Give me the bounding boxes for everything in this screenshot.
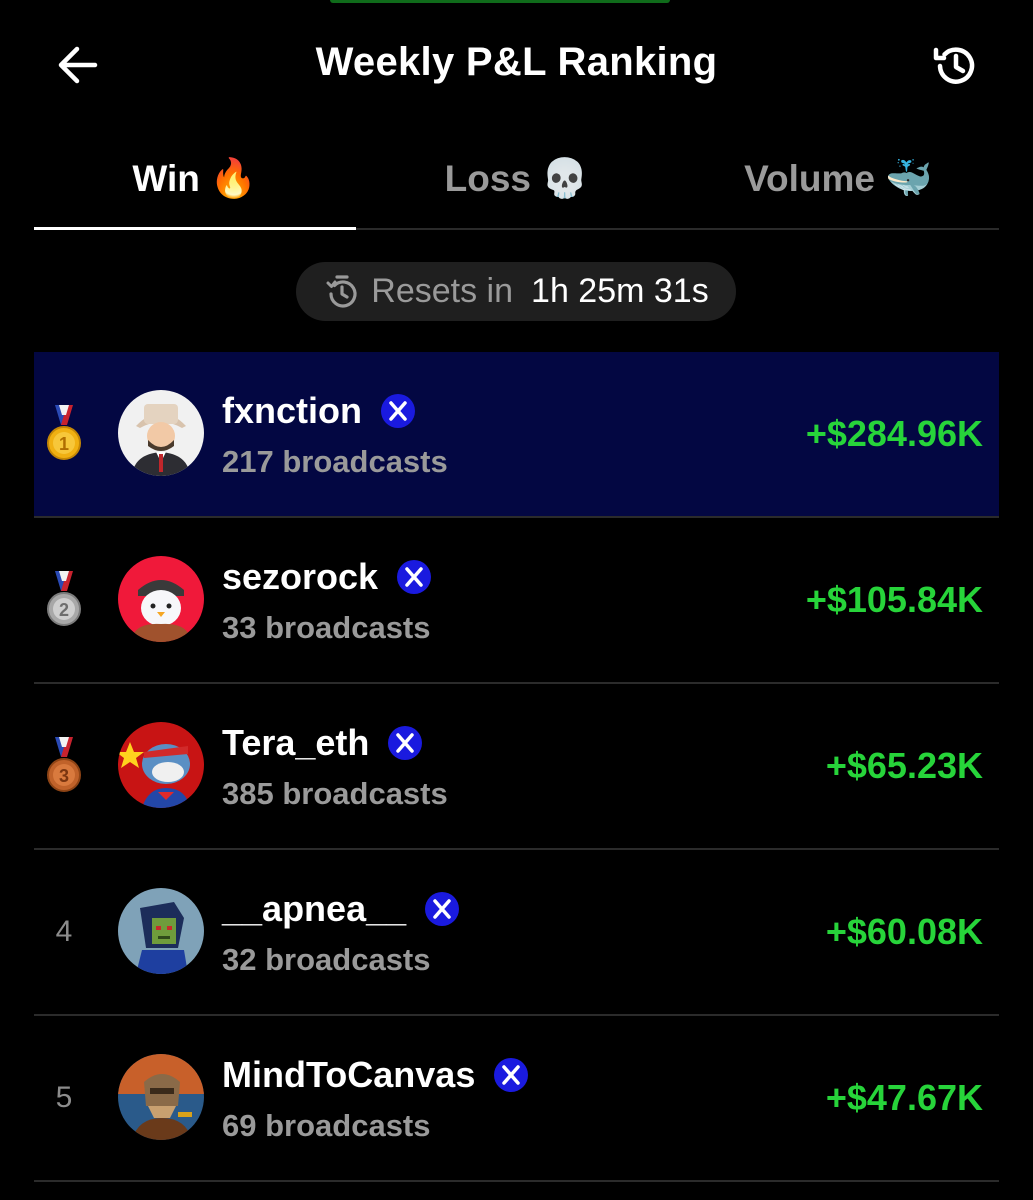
- tab-volume-label: Volume: [744, 158, 875, 199]
- avatar[interactable]: [118, 888, 204, 974]
- x-verified-icon: [493, 1057, 529, 1093]
- svg-text:2: 2: [59, 600, 69, 620]
- user-name[interactable]: MindToCanvas: [222, 1054, 475, 1096]
- broadcast-count: 69 broadcasts: [222, 1108, 431, 1143]
- x-verified-icon: [380, 393, 416, 429]
- tab-volume[interactable]: Volume 🐳: [677, 140, 999, 228]
- rank-cell: 2: [40, 518, 88, 682]
- avatar-image: [118, 556, 204, 642]
- rank-cell: 1: [40, 352, 88, 516]
- tab-loss[interactable]: Loss 💀: [356, 140, 678, 228]
- svg-text:3: 3: [59, 766, 69, 786]
- broadcast-count: 32 broadcasts: [222, 942, 431, 977]
- rank-cell: 5: [40, 1016, 88, 1180]
- user-name[interactable]: fxnction: [222, 390, 362, 432]
- skull-icon: 💀: [541, 158, 589, 200]
- ranking-row[interactable]: 2 sezorock 33 broadcasts +$105.84K: [34, 518, 999, 684]
- ranking-list: 1 fxnction 217 broadcasts +$284.96K 2 se…: [34, 352, 999, 1182]
- broadcast-count: 217 broadcasts: [222, 444, 448, 479]
- page-title: Weekly P&L Ranking: [315, 40, 718, 84]
- reset-time: 1h 25m 31s: [531, 272, 709, 310]
- user-name-row: Tera_eth: [222, 722, 423, 764]
- rank-number: 5: [55, 1081, 73, 1114]
- fire-icon: 🔥: [209, 158, 258, 200]
- bronze-medal-icon: 3: [47, 737, 81, 792]
- history-button[interactable]: [928, 38, 984, 94]
- silver-medal-icon: 2: [47, 571, 81, 626]
- user-name[interactable]: sezorock: [222, 556, 378, 598]
- ranking-row[interactable]: 3 Tera_eth 385 broadcasts +$65.23K: [34, 684, 999, 850]
- history-clock-icon: [933, 47, 975, 84]
- svg-text:1: 1: [59, 434, 69, 454]
- x-verified-icon: [396, 559, 432, 595]
- ranking-row[interactable]: 4 __apnea__ 32 broadcasts +$60.08K: [34, 850, 999, 1016]
- timer-icon: [326, 274, 357, 308]
- avatar[interactable]: [118, 722, 204, 808]
- rank-cell: 4: [40, 850, 88, 1014]
- user-name[interactable]: __apnea__: [222, 888, 406, 930]
- pnl-value: +$47.67K: [825, 1077, 983, 1118]
- user-name-row: sezorock: [222, 556, 432, 598]
- avatar[interactable]: [118, 390, 204, 476]
- rank-cell: 3: [40, 684, 88, 848]
- pnl-value: +$60.08K: [825, 911, 983, 952]
- broadcast-count: 33 broadcasts: [222, 610, 431, 645]
- avatar-image: [118, 390, 204, 476]
- user-name-row: __apnea__: [222, 888, 460, 930]
- pnl-value: +$65.23K: [825, 745, 983, 786]
- avatar[interactable]: [118, 556, 204, 642]
- ranking-row[interactable]: 1 fxnction 217 broadcasts +$284.96K: [34, 352, 999, 518]
- tab-win-label: Win: [132, 158, 200, 199]
- whale-icon: 🐳: [884, 158, 933, 200]
- avatar-image: [118, 888, 204, 974]
- user-name[interactable]: Tera_eth: [222, 722, 369, 764]
- reset-countdown: Resets in 1h 25m 31s: [296, 262, 736, 321]
- ranking-screen: Weekly P&L Ranking Win 🔥 Loss 💀 Volume 🐳: [0, 0, 1033, 1200]
- pnl-value: +$105.84K: [805, 579, 983, 620]
- tab-loss-label: Loss: [444, 158, 532, 199]
- pnl-value: +$284.96K: [805, 413, 983, 454]
- avatar[interactable]: [118, 1054, 204, 1140]
- user-name-row: fxnction: [222, 390, 416, 432]
- ranking-tabs: Win 🔥 Loss 💀 Volume 🐳: [34, 140, 999, 230]
- rank-number: 4: [55, 915, 73, 948]
- avatar-image: [118, 722, 204, 808]
- user-name-row: MindToCanvas: [222, 1054, 529, 1096]
- gold-medal-icon: 1: [47, 405, 81, 460]
- avatar-image: [118, 1054, 204, 1140]
- tab-win[interactable]: Win 🔥: [34, 140, 356, 230]
- header: Weekly P&L Ranking: [0, 0, 1033, 130]
- reset-label: Resets in: [371, 272, 514, 310]
- ranking-row[interactable]: 5 MindToCanvas 69 broadcasts +$47.67K: [34, 1016, 999, 1182]
- x-verified-icon: [387, 725, 423, 761]
- x-verified-icon: [424, 891, 460, 927]
- broadcast-count: 385 broadcasts: [222, 776, 448, 811]
